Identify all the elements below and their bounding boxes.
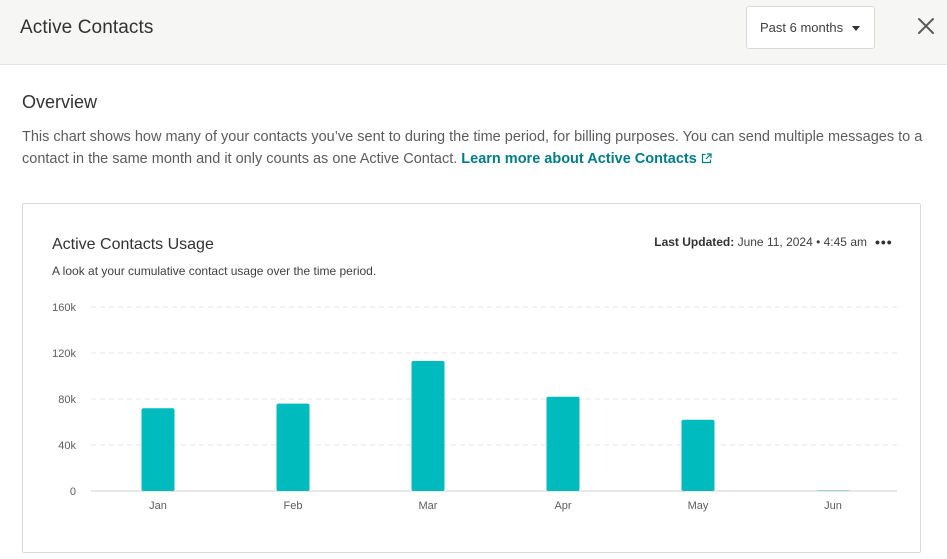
bar-apr <box>546 396 580 491</box>
close-button[interactable] <box>915 15 937 37</box>
external-link-icon <box>701 153 712 164</box>
y-tick-label: 120k <box>52 348 76 360</box>
bar-jun <box>816 490 850 491</box>
learn-more-link-label: Learn more about Active Contacts <box>461 151 697 167</box>
overview-heading: Overview <box>22 92 98 112</box>
x-tick-label: Jan <box>149 500 167 512</box>
close-icon <box>918 18 934 34</box>
usage-bar-chart: 0 40k 80k 120k 160k Jan Feb Mar Apr May Jun <box>52 302 897 512</box>
x-tick-label: Mar <box>419 500 438 512</box>
chevron-down-icon <box>852 26 860 31</box>
time-period-dropdown[interactable]: Past 6 months <box>746 6 875 49</box>
bar-jan <box>141 408 175 491</box>
y-tick-label: 0 <box>70 486 76 498</box>
x-tick-label: Jun <box>824 500 842 512</box>
page-title: Active Contacts <box>20 17 154 38</box>
bar-may <box>681 419 715 491</box>
modal-header: Active Contacts Past 6 months <box>0 0 947 65</box>
learn-more-link[interactable]: Learn more about Active Contacts <box>461 151 712 167</box>
overview-description: This chart shows how many of your contac… <box>22 126 927 170</box>
x-tick-label: Apr <box>554 500 571 512</box>
bar-feb <box>276 403 310 491</box>
usage-chart-card: Active Contacts Usage A look at your cum… <box>22 203 921 553</box>
y-tick-label: 160k <box>52 302 76 314</box>
bar-mar <box>411 361 445 491</box>
y-tick-label: 40k <box>58 440 76 452</box>
y-tick-label: 80k <box>58 394 76 406</box>
x-tick-label: May <box>688 500 709 512</box>
x-tick-label: Feb <box>284 500 303 512</box>
time-period-value: Past 6 months <box>760 20 844 35</box>
